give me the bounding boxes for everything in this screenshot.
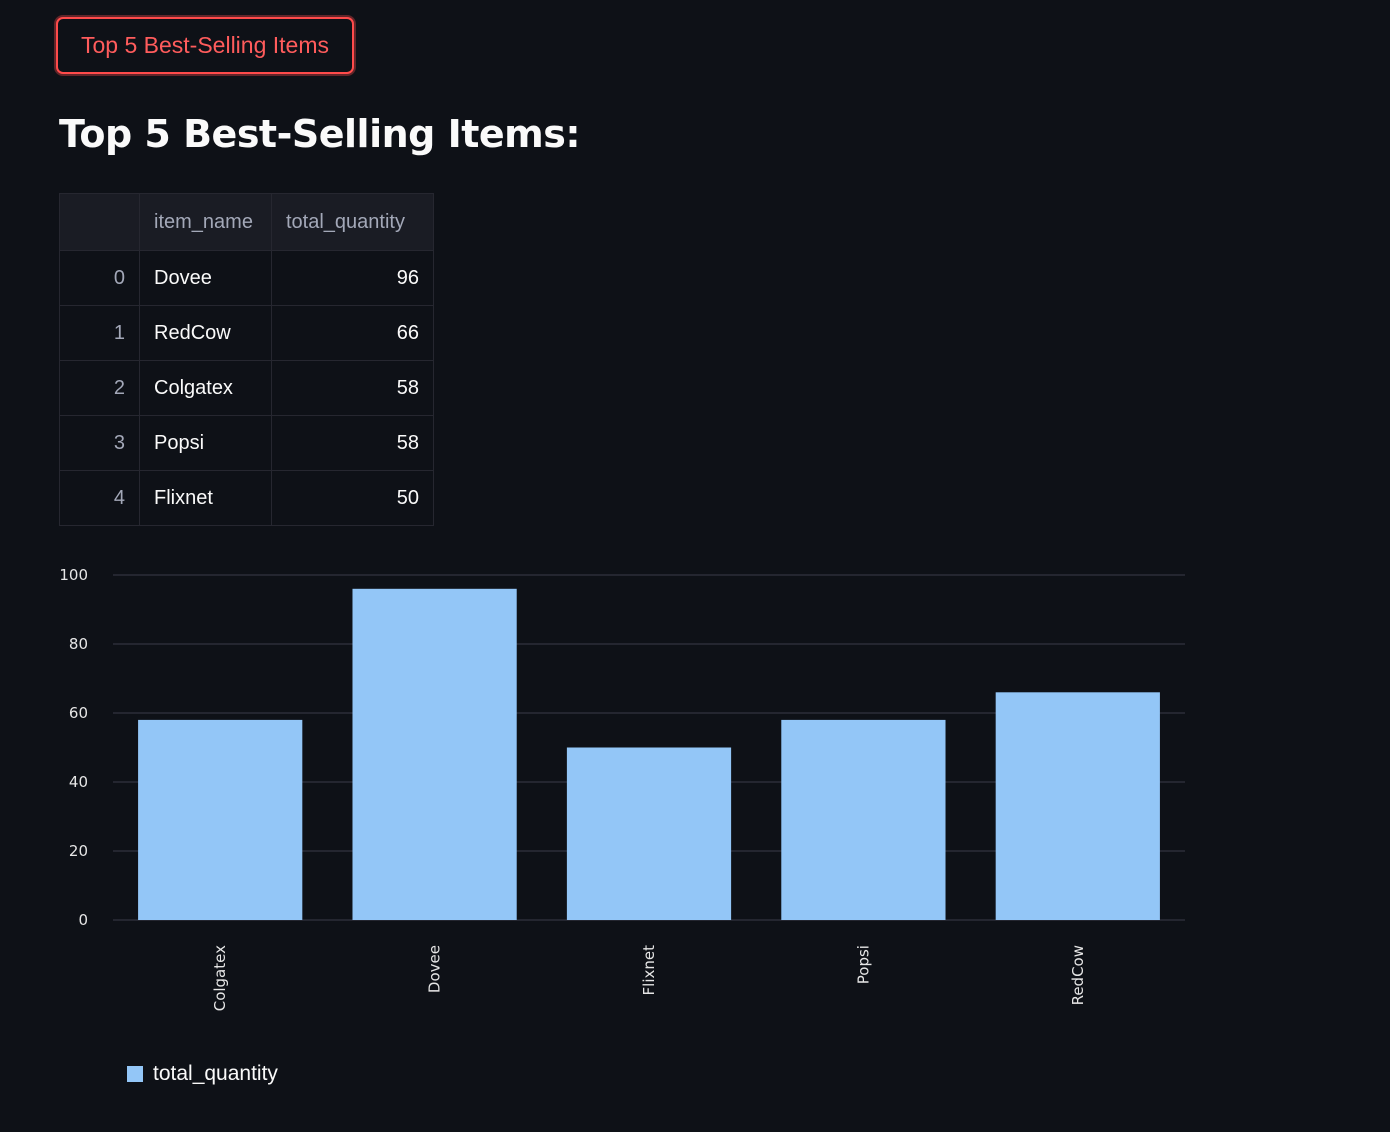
bar-colgatex[interactable] <box>138 719 303 920</box>
row-index: 0 <box>59 250 140 306</box>
x-tick-label: Colgatex <box>211 945 229 1011</box>
total-quantity-cell[interactable]: 50 <box>271 470 434 526</box>
bar-dovee[interactable] <box>352 588 517 920</box>
y-tick-label: 100 <box>59 566 88 584</box>
total-quantity-cell[interactable]: 58 <box>271 360 434 416</box>
bar-chart[interactable]: 0 20 40 60 80 100 Colgatex Dovee Flixnet Popsi Red… <box>40 560 1200 1040</box>
x-tick-label: RedCow <box>1069 945 1087 1005</box>
total-quantity-cell[interactable]: 66 <box>271 305 434 361</box>
table-row[interactable]: 4 Flixnet 50 <box>59 470 434 526</box>
y-tick-label: 0 <box>78 911 88 929</box>
item-name-cell[interactable]: Dovee <box>139 250 272 306</box>
y-tick-label: 80 <box>69 635 88 653</box>
total-quantity-cell[interactable]: 96 <box>271 250 434 306</box>
column-header-total-quantity[interactable]: total_quantity <box>271 193 434 251</box>
legend-label: total_quantity <box>153 1062 278 1085</box>
item-name-cell[interactable]: Colgatex <box>139 360 272 416</box>
column-header-index[interactable] <box>59 193 140 251</box>
app-page: Top 5 Best-Selling Items Top 5 Best-Sell… <box>0 0 1390 1132</box>
results-table: item_name total_quantity 0 Dovee 96 1 Re… <box>59 193 434 526</box>
row-index: 4 <box>59 470 140 526</box>
top5-button[interactable]: Top 5 Best-Selling Items <box>56 17 354 74</box>
table-row[interactable]: 1 RedCow 66 <box>59 305 434 361</box>
total-quantity-cell[interactable]: 58 <box>271 415 434 471</box>
bar-redcow[interactable] <box>995 692 1160 920</box>
y-tick-label: 20 <box>69 842 88 860</box>
legend-swatch <box>127 1066 143 1082</box>
item-name-cell[interactable]: Popsi <box>139 415 272 471</box>
table-row[interactable]: 0 Dovee 96 <box>59 250 434 306</box>
table-row[interactable]: 2 Colgatex 58 <box>59 360 434 416</box>
item-name-cell[interactable]: RedCow <box>139 305 272 361</box>
item-name-cell[interactable]: Flixnet <box>139 470 272 526</box>
chart-legend[interactable]: total_quantity <box>127 1062 278 1086</box>
row-index: 2 <box>59 360 140 416</box>
row-index: 1 <box>59 305 140 361</box>
bar-flixnet[interactable] <box>566 747 732 921</box>
bar-popsi[interactable] <box>781 719 946 920</box>
table-header-row: item_name total_quantity <box>59 193 434 251</box>
x-tick-label: Popsi <box>854 945 872 984</box>
y-tick-label: 60 <box>69 704 88 722</box>
column-header-item-name[interactable]: item_name <box>139 193 272 251</box>
x-tick-label: Dovee <box>426 945 444 993</box>
table-row[interactable]: 3 Popsi 58 <box>59 415 434 471</box>
row-index: 3 <box>59 415 140 471</box>
page-title: Top 5 Best-Selling Items: <box>59 112 581 156</box>
y-tick-label: 40 <box>69 773 88 791</box>
x-tick-label: Flixnet <box>640 945 658 996</box>
